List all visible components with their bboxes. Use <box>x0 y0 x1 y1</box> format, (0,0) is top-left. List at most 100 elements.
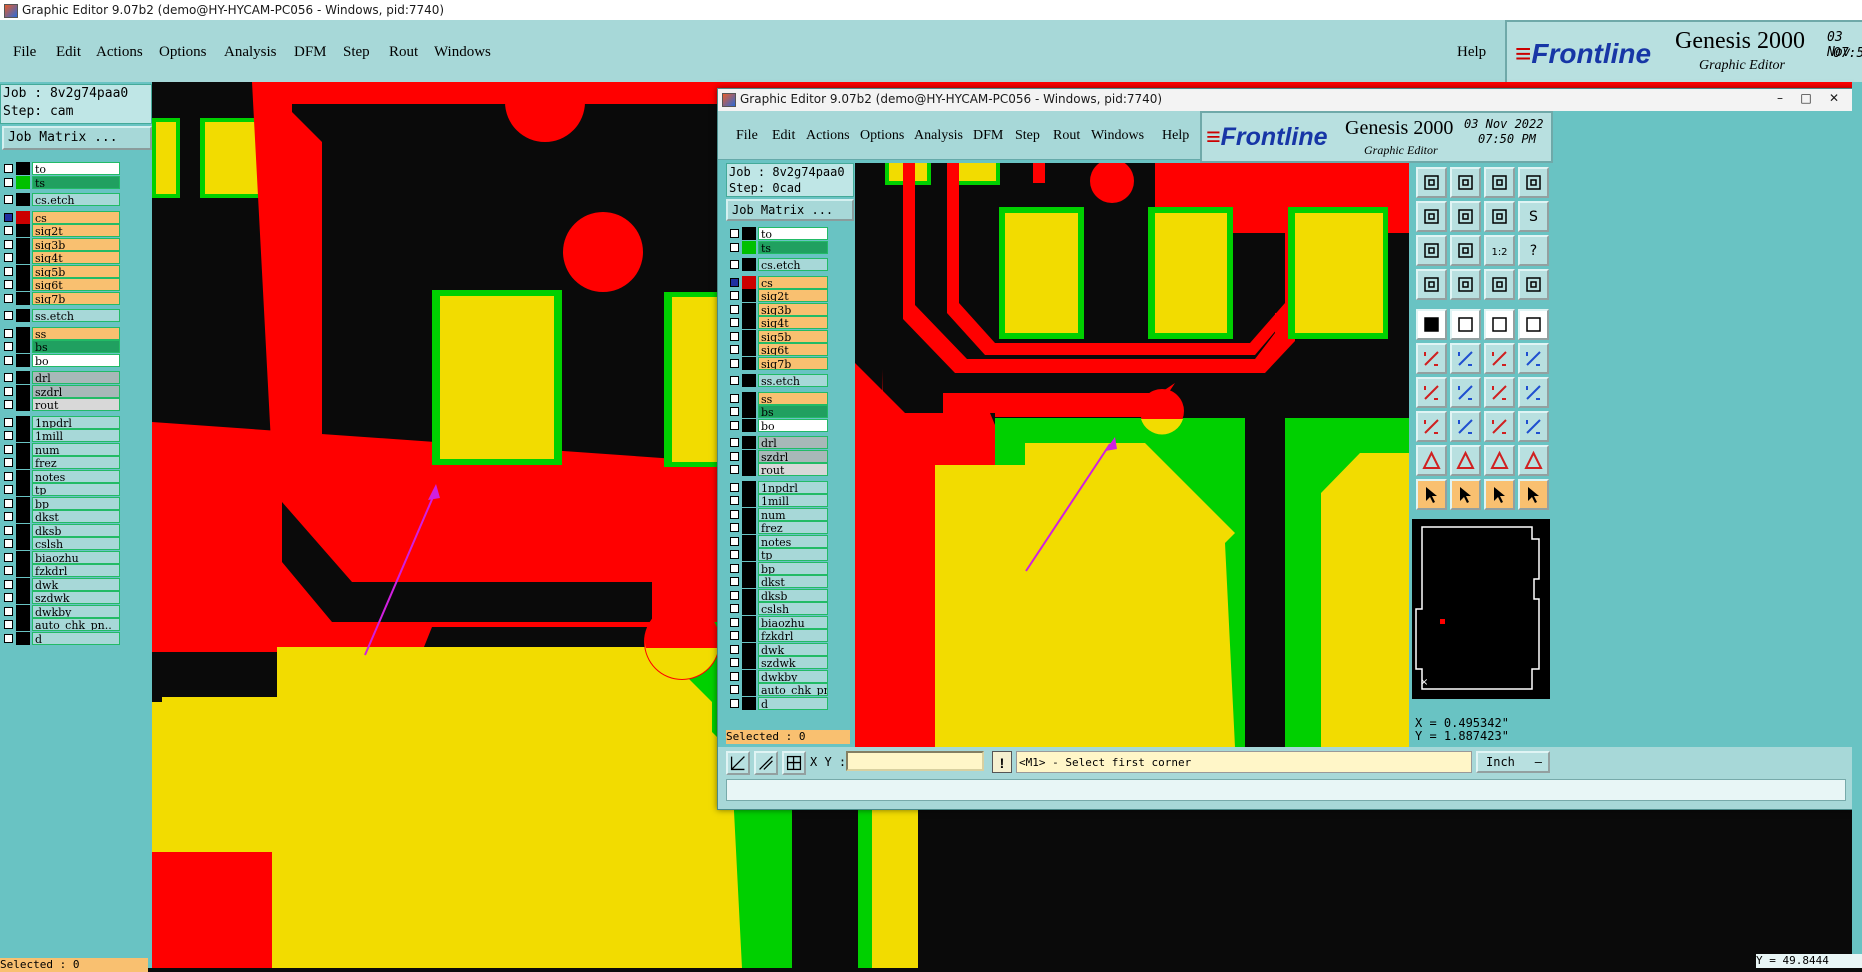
layer-row[interactable]: szdwk <box>728 656 828 669</box>
layer-name[interactable]: sig5b <box>32 264 120 278</box>
layer-row[interactable]: bo <box>2 353 120 367</box>
layer-checkbox[interactable] <box>4 512 13 521</box>
layer-row[interactable]: fzkdrl <box>728 629 828 642</box>
layer-name[interactable]: dkst <box>32 510 120 523</box>
layer-checkbox[interactable] <box>4 620 13 629</box>
layer-name[interactable]: biaozhu <box>758 615 828 629</box>
menu-file[interactable]: File <box>13 44 36 61</box>
layer-name[interactable]: ts <box>758 240 828 254</box>
layer-name[interactable]: rout <box>758 463 828 476</box>
layer-name[interactable]: auto_chk_pn.. <box>758 683 828 696</box>
layer-checkbox[interactable] <box>4 593 13 602</box>
menu-analysis[interactable]: Analysis <box>224 44 277 61</box>
layer-name[interactable]: num <box>32 442 120 456</box>
layer-checkbox[interactable] <box>730 536 739 546</box>
layer-row[interactable]: d <box>2 631 120 645</box>
layer-row[interactable]: cslsh <box>2 537 120 550</box>
layer-row[interactable]: tp <box>728 548 828 561</box>
layer-checkbox[interactable] <box>730 550 739 559</box>
layer-checkbox[interactable] <box>4 164 13 173</box>
home-icon[interactable] <box>1484 167 1515 198</box>
maximize-button[interactable]: □ <box>1794 91 1818 107</box>
menu-windows[interactable]: Windows <box>434 44 491 61</box>
layer-row[interactable]: cslsh <box>728 602 828 615</box>
zoom-back-icon[interactable] <box>1484 201 1515 232</box>
layer-row[interactable]: sig7b <box>728 356 828 370</box>
layer-row[interactable]: num <box>728 507 828 521</box>
measure-pad-icon[interactable] <box>1484 269 1515 300</box>
layer-name[interactable]: ss.etch <box>32 309 120 322</box>
layer-checkbox[interactable] <box>730 331 739 341</box>
layer-checkbox[interactable] <box>4 342 13 351</box>
bracket-icon[interactable] <box>1518 377 1549 408</box>
layer-checkbox[interactable] <box>4 311 13 320</box>
layer-row[interactable]: fzkdrl <box>2 564 120 577</box>
layer-checkbox[interactable] <box>730 509 739 519</box>
units-select[interactable]: Inch – <box>1476 751 1550 773</box>
zoom-s-icon[interactable]: S <box>1518 201 1549 232</box>
front-canvas[interactable] <box>855 163 1409 747</box>
layer-row[interactable]: cs <box>728 275 828 289</box>
layer-checkbox[interactable] <box>4 239 13 249</box>
layer-row[interactable]: drl <box>728 436 828 449</box>
layer-row[interactable]: auto_chk_pn.. <box>2 618 120 631</box>
layer-checkbox[interactable] <box>4 177 13 187</box>
front-menu-actions[interactable]: Actions <box>806 128 850 144</box>
menu-step[interactable]: Step <box>343 44 370 61</box>
layer-row[interactable]: sig7b <box>2 291 120 305</box>
layer-name[interactable]: szdrl <box>758 449 828 463</box>
front-menu-help[interactable]: Help <box>1162 128 1189 144</box>
layer-name[interactable]: frez <box>32 456 120 469</box>
layer-row[interactable]: bp <box>2 496 120 510</box>
layer-name[interactable]: notes <box>758 534 828 548</box>
layer-name[interactable]: ss.etch <box>758 374 828 387</box>
layer-name[interactable]: notes <box>32 469 120 483</box>
layer-checkbox[interactable] <box>4 633 13 643</box>
layer-name[interactable]: 1npdrl <box>758 480 828 494</box>
layer-row[interactable]: bp <box>728 561 828 575</box>
layer-checkbox[interactable] <box>4 355 13 365</box>
layer-checkbox[interactable] <box>4 266 13 276</box>
layer-name[interactable]: sig6t <box>32 278 120 291</box>
layer-name[interactable]: bs <box>758 405 828 418</box>
layer-name[interactable]: dwkby <box>32 604 120 618</box>
layer-row[interactable]: ts <box>728 240 828 254</box>
layer-checkbox[interactable] <box>730 631 739 640</box>
layer-checkbox[interactable] <box>4 566 13 575</box>
dot-icon[interactable] <box>1518 309 1549 340</box>
layer-row[interactable]: ss <box>728 391 828 405</box>
front-menu-options[interactable]: Options <box>860 128 904 144</box>
layer-name[interactable]: sig4t <box>758 316 828 329</box>
layer-name[interactable]: ss <box>758 391 828 405</box>
layer-row[interactable]: dwkby <box>2 604 120 618</box>
layer-name[interactable]: tp <box>758 548 828 561</box>
layer-checkbox[interactable] <box>4 485 13 494</box>
select-pad-icon[interactable] <box>1416 309 1447 340</box>
layer-checkbox[interactable] <box>730 465 739 474</box>
layer-name[interactable]: dwk <box>32 577 120 591</box>
layer-name[interactable]: tp <box>32 483 120 496</box>
layer-name[interactable]: ts <box>32 175 120 189</box>
layer-name[interactable]: fzkdrl <box>758 629 828 642</box>
window-icon[interactable] <box>1518 167 1549 198</box>
triangle-1-icon[interactable] <box>1416 445 1447 476</box>
layer-checkbox[interactable] <box>4 444 13 454</box>
menu-edit[interactable]: Edit <box>56 44 81 61</box>
layer-row[interactable]: sig5b <box>2 264 120 278</box>
layer-name[interactable]: frez <box>758 521 828 534</box>
layer-name[interactable]: sig5b <box>758 329 828 343</box>
menu-actions[interactable]: Actions <box>96 44 143 61</box>
layer-checkbox[interactable] <box>4 400 13 409</box>
layer-row[interactable]: frez <box>2 456 120 469</box>
layer-row[interactable]: d <box>728 696 828 710</box>
filter-icon[interactable] <box>1416 269 1447 300</box>
zoom-area-icon[interactable] <box>726 751 750 775</box>
layer-row[interactable]: 1mill <box>2 429 120 442</box>
layer-checkbox[interactable] <box>730 617 739 627</box>
layer-name[interactable]: szdwk <box>32 591 120 604</box>
layer-row[interactable]: sig2t <box>2 224 120 237</box>
layer-row[interactable]: biaozhu <box>2 550 120 564</box>
layer-checkbox[interactable] <box>730 242 739 252</box>
layer-row[interactable]: ss.etch <box>728 374 828 387</box>
layer-row[interactable]: dkst <box>2 510 120 523</box>
